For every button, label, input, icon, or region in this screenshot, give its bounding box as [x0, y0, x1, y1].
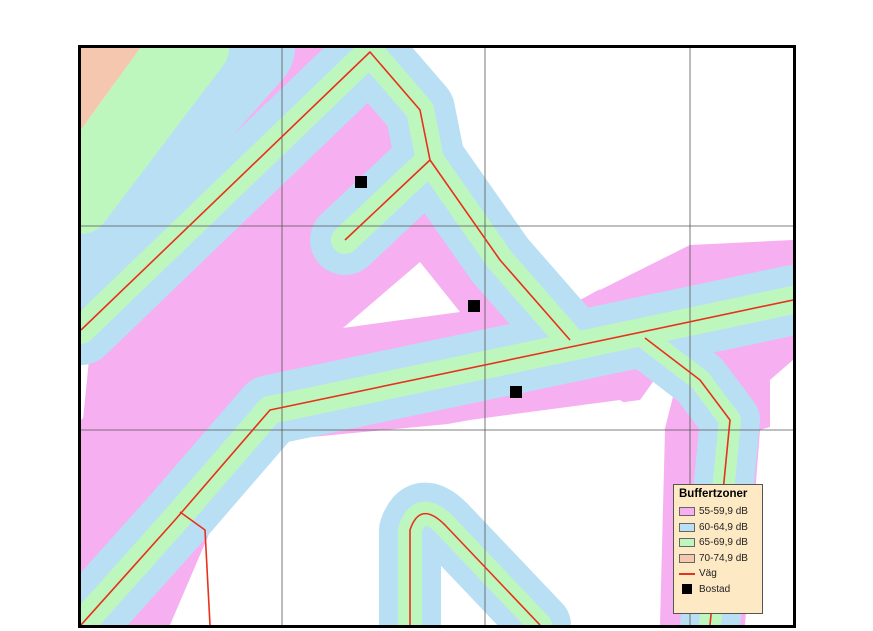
legend-item-zone-65: 65-69,9 dB — [679, 535, 758, 551]
zone-55-swatch — [679, 507, 695, 517]
legend-label: Väg — [699, 568, 717, 580]
legend-label: 65-69,9 dB — [699, 537, 748, 549]
zone-65-swatch — [679, 538, 695, 548]
legend-label: 60-64,9 dB — [699, 521, 748, 533]
legend-item-road: Väg — [679, 566, 758, 582]
legend-label: 55-59,9 dB — [699, 506, 748, 518]
legend-title: Buffertzoner — [679, 488, 748, 500]
map-legend: Buffertzoner 55-59,9 dB 60-64,9 dB 65-69… — [673, 484, 763, 614]
legend-item-zone-70: 70-74,9 dB — [679, 551, 758, 567]
zone-70-swatch — [679, 553, 695, 563]
bostad-marker[interactable] — [355, 176, 367, 188]
legend-label: 70-74,9 dB — [699, 552, 748, 564]
bostad-square-icon — [679, 584, 695, 595]
zone-60-swatch — [679, 522, 695, 532]
legend-label: Bostad — [699, 583, 731, 595]
legend-item-bostad: Bostad — [679, 582, 758, 598]
legend-item-zone-55: 55-59,9 dB — [679, 504, 758, 520]
road-line-icon — [679, 572, 695, 575]
white-hole-east — [770, 360, 793, 625]
bostad-marker[interactable] — [468, 300, 480, 312]
bostad-marker[interactable] — [510, 386, 522, 398]
legend-item-zone-60: 60-64,9 dB — [679, 520, 758, 536]
